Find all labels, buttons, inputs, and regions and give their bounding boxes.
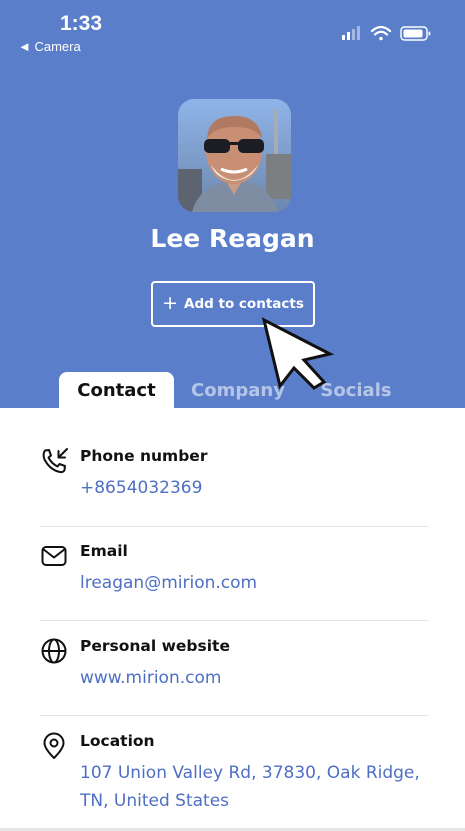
signal-icon — [342, 26, 360, 40]
location-value[interactable]: 107 Union Valley Rd, 37830, Oak Ridge, T… — [80, 759, 432, 815]
phone-label: Phone number — [80, 447, 208, 465]
contact-name: Lee Reagan — [150, 224, 315, 253]
plus-icon: + — [162, 291, 179, 314]
status-time: 1:33 — [60, 12, 103, 35]
email-value[interactable]: lreagan@mirion.com — [80, 569, 432, 597]
tab-company[interactable]: Company — [188, 372, 288, 408]
mail-icon — [41, 546, 67, 566]
divider — [40, 715, 428, 716]
globe-icon — [41, 638, 67, 664]
website-label: Personal website — [80, 637, 230, 655]
avatar — [178, 99, 291, 212]
website-value[interactable]: www.mirion.com — [80, 664, 432, 692]
divider — [40, 620, 428, 621]
phone-incoming-icon — [42, 448, 68, 474]
battery-icon — [400, 26, 431, 41]
divider — [40, 526, 428, 527]
add-to-contacts-label: Add to contacts — [184, 296, 304, 312]
tab-socials[interactable]: Socials — [318, 372, 394, 408]
location-pin-icon — [43, 732, 65, 759]
status-icons — [342, 25, 431, 41]
email-label: Email — [80, 542, 128, 560]
tab-contact[interactable]: Contact — [59, 372, 174, 408]
add-to-contacts-button[interactable]: + Add to contacts — [151, 281, 315, 327]
profile-header: 1:33 ◄ Camera Lee Reagan + Add to contac… — [0, 0, 465, 408]
phone-value[interactable]: +8654032369 — [80, 474, 432, 502]
wifi-icon — [370, 25, 392, 41]
back-to-camera-link[interactable]: ◄ Camera — [18, 39, 81, 54]
location-label: Location — [80, 732, 155, 750]
